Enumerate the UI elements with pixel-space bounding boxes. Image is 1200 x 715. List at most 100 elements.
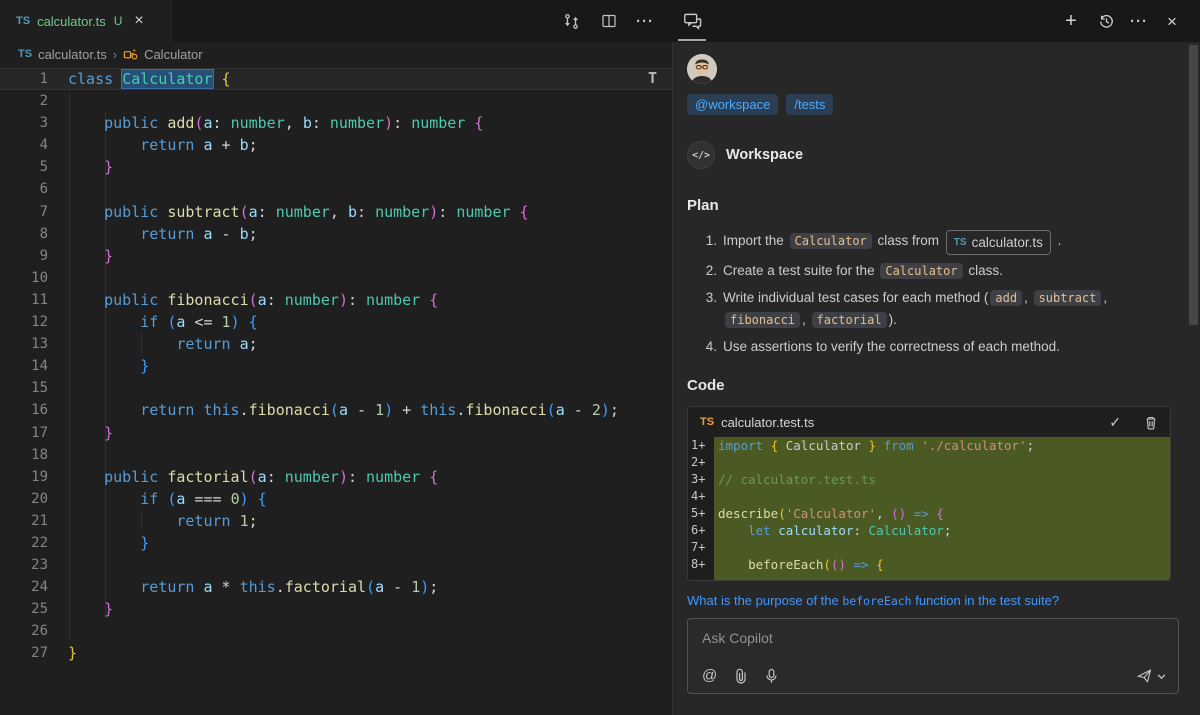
panel-scrollbar[interactable] bbox=[1189, 45, 1198, 325]
followup-suggestion-link[interactable]: What is the purpose of the beforeEach fu… bbox=[687, 593, 1186, 608]
tab-close-icon[interactable]: × bbox=[134, 13, 143, 29]
tab-filename: calculator.ts bbox=[37, 14, 106, 29]
plan-list-item: 2.Create a test suite for the Calculator… bbox=[687, 260, 1186, 282]
editor-tab-calculator-ts[interactable]: TS calculator.ts U × bbox=[0, 0, 172, 42]
chat-input-box[interactable]: Ask Copilot @ bbox=[687, 618, 1179, 694]
inline-code-chip: Calculator bbox=[880, 263, 962, 279]
line-number: 6 bbox=[0, 178, 48, 200]
workspace-response-header: </> Workspace bbox=[687, 141, 1186, 169]
generated-code-block: TS calculator.test.ts ✓ 1+import { Calcu… bbox=[687, 406, 1171, 581]
code-line: 20 if (a === 0) { bbox=[0, 488, 672, 510]
copilot-chat-panel: @workspace /tests </> Workspace Plan 1.I… bbox=[672, 42, 1200, 715]
line-number: 13 bbox=[0, 333, 48, 355]
chat-input-actions: @ bbox=[702, 667, 778, 684]
code-line: 8 return a - b; bbox=[0, 223, 672, 245]
diff-gutter: 7+ bbox=[688, 539, 714, 556]
editor-toolbar: ··· bbox=[560, 0, 654, 42]
line-number: 24 bbox=[0, 576, 48, 598]
file-reference-chip[interactable]: TScalculator.ts bbox=[946, 230, 1051, 255]
line-number: 27 bbox=[0, 642, 48, 664]
split-editor-icon[interactable] bbox=[598, 10, 620, 32]
line-number: 16 bbox=[0, 399, 48, 421]
plan-list-item: 3.Write individual test cases for each m… bbox=[687, 287, 1186, 331]
history-icon[interactable] bbox=[1095, 10, 1117, 32]
line-number: 15 bbox=[0, 377, 48, 399]
code-line: 3 public add(a: number, b: number): numb… bbox=[0, 112, 672, 134]
code-line: 11 public fibonacci(a: number): number { bbox=[0, 289, 672, 311]
code-line: 14 } bbox=[0, 355, 672, 377]
breadcrumb-separator: › bbox=[113, 47, 117, 62]
code-line: 18 bbox=[0, 444, 672, 466]
line-number: 17 bbox=[0, 422, 48, 444]
code-line: 13 return a; bbox=[0, 333, 672, 355]
diff-added-line: 3+// calculator.test.ts bbox=[688, 471, 1170, 488]
code-editor[interactable]: 1class Calculator {23 public add(a: numb… bbox=[0, 66, 672, 715]
code-line: 12 if (a <= 1) { bbox=[0, 311, 672, 333]
line-number: 8 bbox=[0, 223, 48, 245]
breadcrumb: TS calculator.ts › Calculator bbox=[0, 42, 672, 66]
line-number: 19 bbox=[0, 466, 48, 488]
line-number: 12 bbox=[0, 311, 48, 333]
line-number: 23 bbox=[0, 554, 48, 576]
diff-added-line: 2+ bbox=[688, 454, 1170, 471]
breadcrumb-symbol[interactable]: Calculator bbox=[144, 47, 203, 62]
diff-added-line-clipped bbox=[688, 573, 1170, 580]
breadcrumb-file[interactable]: calculator.ts bbox=[38, 47, 107, 62]
inline-code-chip: add bbox=[990, 290, 1022, 306]
editor-more-actions-icon[interactable]: ··· bbox=[636, 13, 654, 30]
inline-code-chip: fibonacci bbox=[725, 312, 800, 328]
send-controls bbox=[1136, 668, 1166, 684]
editor-overlay-char: T bbox=[648, 69, 657, 87]
code-line: 16 return this.fibonacci(a - 1) + this.f… bbox=[0, 399, 672, 421]
diff-added-line: 4+ bbox=[688, 488, 1170, 505]
indent-guide bbox=[69, 92, 70, 640]
mention-at-icon[interactable]: @ bbox=[702, 667, 717, 684]
diff-gutter: 3+ bbox=[688, 471, 714, 488]
send-options-chevron-icon[interactable] bbox=[1157, 672, 1166, 681]
code-line: 27} bbox=[0, 642, 672, 664]
line-number: 10 bbox=[0, 267, 48, 289]
diff-gutter: 2+ bbox=[688, 454, 714, 471]
agent-name: Workspace bbox=[726, 147, 803, 163]
active-tab-underline bbox=[678, 39, 706, 41]
open-changes-icon[interactable] bbox=[560, 10, 582, 32]
slash-command-chip-tests[interactable]: /tests bbox=[786, 94, 833, 115]
line-number: 14 bbox=[0, 355, 48, 377]
plan-list-item: 1.Import the Calculator class from TScal… bbox=[687, 230, 1186, 255]
line-number: 26 bbox=[0, 620, 48, 642]
panel-more-actions-icon[interactable]: ··· bbox=[1130, 13, 1148, 30]
code-line: 19 public factorial(a: number): number { bbox=[0, 466, 672, 488]
indent-guide bbox=[105, 112, 106, 618]
code-line: 24 return a * this.factorial(a - 1); bbox=[0, 576, 672, 598]
list-number: 3. bbox=[687, 287, 717, 331]
list-number: 2. bbox=[687, 260, 717, 282]
plan-list-item: 4.Use assertions to verify the correctne… bbox=[687, 336, 1186, 357]
microphone-icon[interactable] bbox=[765, 668, 778, 684]
indent-guide bbox=[141, 332, 142, 354]
code-line: 15 bbox=[0, 377, 672, 399]
line-number: 21 bbox=[0, 510, 48, 532]
apply-code-check-icon[interactable]: ✓ bbox=[1109, 414, 1121, 431]
git-untracked-badge: U bbox=[114, 14, 123, 28]
line-number: 22 bbox=[0, 532, 48, 554]
tab-copilot-chat[interactable] bbox=[672, 0, 712, 42]
plan-heading: Plan bbox=[687, 197, 1186, 214]
code-line: 23 bbox=[0, 554, 672, 576]
new-chat-icon[interactable]: + bbox=[1060, 10, 1082, 32]
line-number: 2 bbox=[0, 90, 48, 112]
line-number: 11 bbox=[0, 289, 48, 311]
agent-chip-workspace[interactable]: @workspace bbox=[687, 94, 778, 115]
indent-guide bbox=[141, 509, 142, 531]
attach-paperclip-icon[interactable] bbox=[734, 668, 748, 684]
code-line: 10 bbox=[0, 267, 672, 289]
diff-added-line: 7+ bbox=[688, 539, 1170, 556]
code-line: 4 return a + b; bbox=[0, 134, 672, 156]
send-icon[interactable] bbox=[1136, 668, 1153, 684]
diff-added-line: 1+import { Calculator } from './calculat… bbox=[688, 437, 1170, 454]
close-panel-icon[interactable]: × bbox=[1161, 10, 1183, 32]
discard-trash-icon[interactable] bbox=[1144, 415, 1158, 430]
code-block-body[interactable]: 1+import { Calculator } from './calculat… bbox=[688, 437, 1170, 580]
typescript-file-icon: TS bbox=[954, 232, 967, 253]
code-line: 17 } bbox=[0, 422, 672, 444]
inline-code-text: beforeEach bbox=[842, 594, 911, 608]
